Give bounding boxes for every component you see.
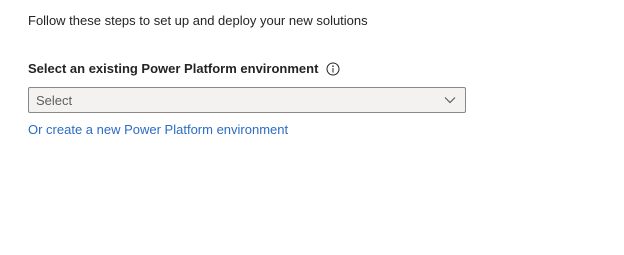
- page: Follow these steps to set up and deploy …: [0, 0, 624, 255]
- environment-field-label: Select an existing Power Platform enviro…: [28, 61, 319, 76]
- info-icon[interactable]: [326, 62, 340, 76]
- chevron-down-icon: [443, 93, 457, 107]
- intro-text: Follow these steps to set up and deploy …: [28, 13, 368, 28]
- create-environment-link[interactable]: Or create a new Power Platform environme…: [28, 122, 288, 138]
- environment-select[interactable]: Select: [28, 87, 466, 113]
- environment-field-header: Select an existing Power Platform enviro…: [28, 61, 340, 77]
- environment-select-value: Select: [36, 92, 73, 108]
